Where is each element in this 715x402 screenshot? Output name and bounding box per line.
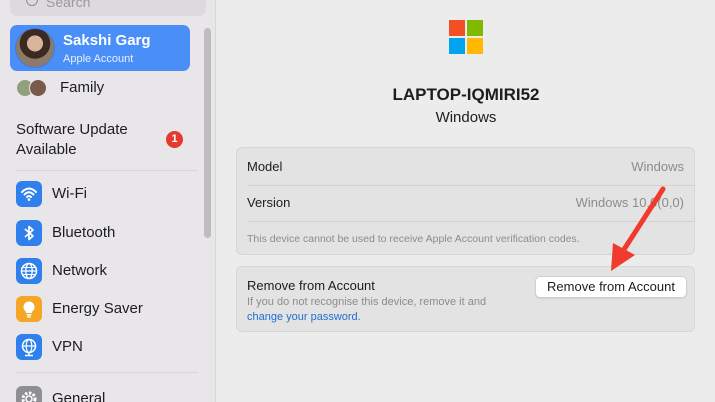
model-label: Model: [247, 159, 283, 174]
gear-icon: [16, 386, 42, 402]
remove-from-account-button[interactable]: Remove from Account: [535, 276, 687, 298]
account-item[interactable]: Sakshi Garg Apple Account: [10, 25, 190, 71]
change-password-link[interactable]: change your password.: [247, 311, 361, 323]
logo-square: [467, 20, 483, 36]
bluetooth-icon: [16, 220, 42, 246]
software-update-item[interactable]: Software Update Available 1: [16, 120, 196, 162]
account-name: Sakshi Garg: [63, 32, 151, 49]
account-subtitle: Apple Account: [63, 53, 134, 65]
remove-title: Remove from Account: [247, 278, 375, 293]
search-field[interactable]: Search: [10, 0, 206, 16]
sidebar-divider: [16, 170, 198, 171]
sidebar: Search Sakshi Garg Apple Account Family …: [0, 0, 216, 402]
remove-description: If you do not recognise this device, rem…: [247, 296, 487, 308]
version-label: Version: [247, 195, 291, 210]
annotation-arrow-icon: [611, 186, 666, 271]
device-os: Windows: [435, 109, 497, 126]
sidebar-item-vpn[interactable]: VPN: [16, 332, 196, 362]
sidebar-item-energy-saver[interactable]: Energy Saver: [16, 294, 196, 324]
sidebar-item-label: VPN: [52, 338, 83, 355]
search-icon: [26, 0, 38, 6]
sidebar-item-label: Bluetooth: [52, 224, 116, 241]
avatar: [15, 28, 55, 68]
sidebar-item-general[interactable]: General: [16, 384, 196, 402]
sidebar-item-label: Network: [52, 262, 108, 279]
windows-logo-icon: [449, 20, 483, 54]
sidebar-scrollbar[interactable]: [204, 28, 211, 238]
sidebar-item-family[interactable]: Family: [16, 77, 196, 99]
logo-square: [449, 20, 465, 36]
logo-square: [467, 38, 483, 54]
remove-panel: Remove from Account If you do not recogn…: [236, 266, 695, 332]
sidebar-item-network[interactable]: Network: [16, 256, 196, 286]
model-value: Windows: [631, 159, 684, 174]
logo-square: [449, 38, 465, 54]
sidebar-item-bluetooth[interactable]: Bluetooth: [16, 218, 196, 248]
software-update-label: Software Update Available: [16, 121, 128, 158]
globe-icon: [16, 258, 42, 284]
wifi-icon: [16, 181, 42, 207]
sidebar-item-wifi[interactable]: Wi-Fi: [16, 179, 196, 209]
sidebar-item-label: Energy Saver: [52, 300, 143, 317]
family-label: Family: [60, 79, 105, 96]
sidebar-item-label: Wi-Fi: [52, 185, 87, 202]
main-content: LAPTOP-IQMIRI52 Windows Model Windows Ve…: [217, 0, 715, 402]
vpn-globe-icon: [16, 334, 42, 360]
sidebar-item-label: General: [52, 390, 106, 402]
device-name: LAPTOP-IQMIRI52: [392, 85, 540, 104]
search-placeholder: Search: [46, 0, 91, 10]
update-badge: 1: [166, 131, 183, 148]
lightbulb-icon: [16, 296, 42, 322]
sidebar-divider: [16, 372, 198, 373]
verification-note: This device cannot be used to receive Ap…: [247, 233, 580, 245]
family-avatar: [29, 79, 47, 97]
